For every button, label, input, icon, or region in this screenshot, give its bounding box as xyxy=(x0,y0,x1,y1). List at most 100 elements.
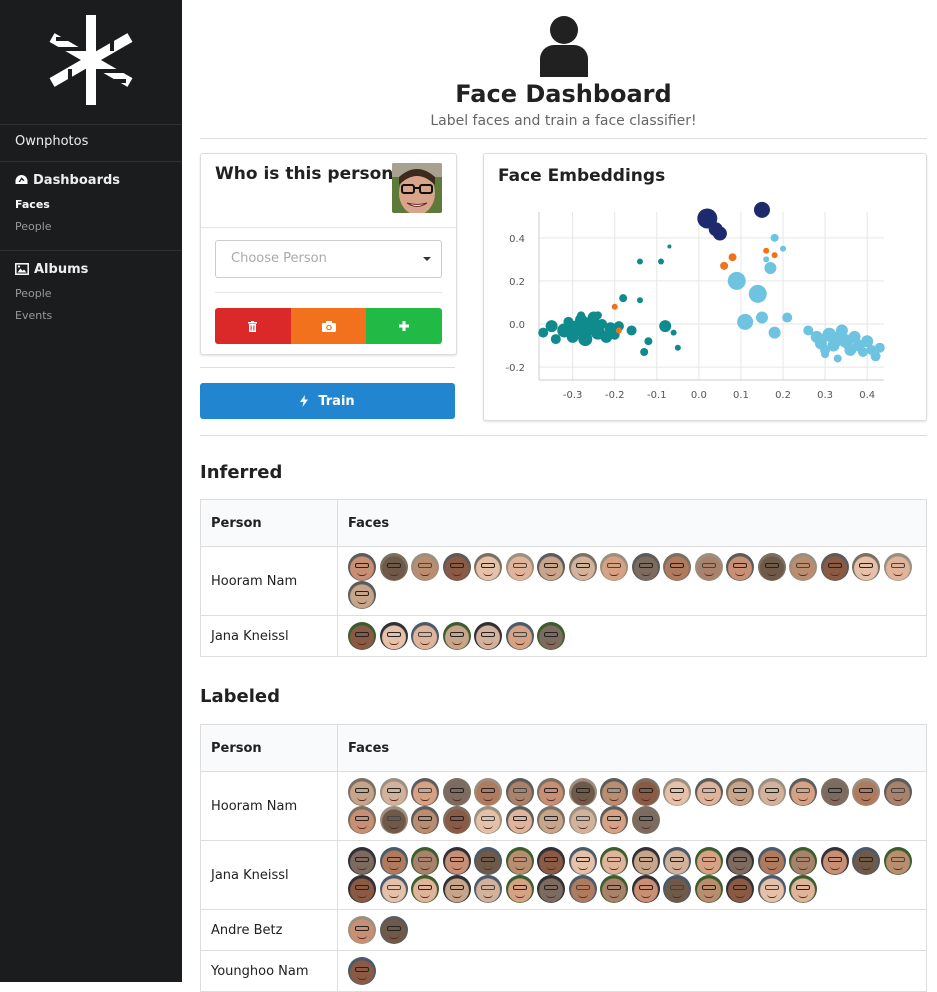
face-avatar[interactable] xyxy=(757,875,786,903)
face-avatar[interactable] xyxy=(726,875,754,903)
face-avatar[interactable] xyxy=(600,847,628,875)
face-avatar[interactable] xyxy=(757,553,786,581)
face-avatar[interactable] xyxy=(474,847,502,875)
face-avatar[interactable] xyxy=(348,957,376,985)
face-avatar[interactable] xyxy=(505,875,534,903)
face-avatar[interactable] xyxy=(348,622,376,650)
face-avatar[interactable] xyxy=(568,875,597,903)
face-avatar[interactable] xyxy=(600,875,628,903)
face-avatar[interactable] xyxy=(631,553,660,581)
face-avatar[interactable] xyxy=(348,553,376,581)
face-avatar[interactable] xyxy=(789,778,817,806)
face-avatar[interactable] xyxy=(789,553,817,581)
face-avatar[interactable] xyxy=(726,778,754,806)
face-avatar[interactable] xyxy=(631,778,660,806)
face-avatar[interactable] xyxy=(663,778,691,806)
face-avatar[interactable] xyxy=(379,847,408,875)
face-avatar[interactable] xyxy=(379,553,408,581)
face-avatar[interactable] xyxy=(663,847,691,875)
face-avatar[interactable] xyxy=(411,622,439,650)
face-avatar[interactable] xyxy=(411,875,439,903)
face-avatar[interactable] xyxy=(820,778,849,806)
face-avatar[interactable] xyxy=(852,847,880,875)
face-avatar[interactable] xyxy=(694,875,723,903)
face-avatar[interactable] xyxy=(568,847,597,875)
face-avatar[interactable] xyxy=(694,847,723,875)
face-avatar[interactable] xyxy=(379,806,408,834)
sidebar-item-albums-people[interactable]: People xyxy=(0,283,182,305)
face-avatar[interactable] xyxy=(631,875,660,903)
face-avatar[interactable] xyxy=(505,622,534,650)
face-avatar[interactable] xyxy=(663,553,691,581)
face-avatar[interactable] xyxy=(726,847,754,875)
face-avatar[interactable] xyxy=(411,847,439,875)
camera-button[interactable] xyxy=(290,308,367,344)
add-person-button[interactable] xyxy=(366,308,443,344)
face-avatar[interactable] xyxy=(411,806,439,834)
face-avatar[interactable] xyxy=(883,847,912,875)
face-avatar[interactable] xyxy=(505,553,534,581)
face-avatar[interactable] xyxy=(694,553,723,581)
face-avatar[interactable] xyxy=(852,553,880,581)
face-avatar[interactable] xyxy=(852,778,880,806)
face-avatar[interactable] xyxy=(537,847,565,875)
sidebar-item-events[interactable]: Events xyxy=(0,305,182,327)
face-avatar[interactable] xyxy=(505,847,534,875)
face-avatar[interactable] xyxy=(505,806,534,834)
face-avatar[interactable] xyxy=(820,553,849,581)
face-avatar[interactable] xyxy=(600,806,628,834)
face-avatar[interactable] xyxy=(537,806,565,834)
face-avatar[interactable] xyxy=(726,553,754,581)
face-avatar[interactable] xyxy=(600,553,628,581)
face-avatar[interactable] xyxy=(600,778,628,806)
face-avatar[interactable] xyxy=(537,875,565,903)
face-avatar[interactable] xyxy=(474,778,502,806)
face-avatar[interactable] xyxy=(789,875,817,903)
face-avatar[interactable] xyxy=(631,847,660,875)
face-avatar[interactable] xyxy=(348,875,376,903)
face-avatar[interactable] xyxy=(568,778,597,806)
choose-person-dropdown[interactable]: Choose Person xyxy=(215,240,442,278)
face-avatar[interactable] xyxy=(663,875,691,903)
face-avatar[interactable] xyxy=(442,553,471,581)
face-avatar[interactable] xyxy=(379,875,408,903)
face-avatar[interactable] xyxy=(631,806,660,834)
sidebar-item-dashboard-people[interactable]: People xyxy=(0,216,182,238)
face-avatar[interactable] xyxy=(379,778,408,806)
face-avatar[interactable] xyxy=(411,778,439,806)
face-avatar[interactable] xyxy=(348,806,376,834)
sidebar-header-albums[interactable]: Albums xyxy=(0,261,182,283)
face-avatar[interactable] xyxy=(789,847,817,875)
app-logo[interactable] xyxy=(0,0,182,125)
face-avatar[interactable] xyxy=(442,847,471,875)
face-avatar[interactable] xyxy=(348,847,376,875)
face-avatar[interactable] xyxy=(568,806,597,834)
sidebar-brand-link[interactable]: Ownphotos xyxy=(0,125,182,162)
face-avatar[interactable] xyxy=(883,553,912,581)
face-avatar[interactable] xyxy=(474,806,502,834)
train-button[interactable]: Train xyxy=(200,383,455,419)
delete-button[interactable] xyxy=(215,308,291,344)
face-avatar[interactable] xyxy=(411,553,439,581)
face-avatar[interactable] xyxy=(694,778,723,806)
face-avatar[interactable] xyxy=(757,847,786,875)
face-avatar[interactable] xyxy=(474,622,502,650)
face-avatar[interactable] xyxy=(442,875,471,903)
face-avatar[interactable] xyxy=(442,622,471,650)
face-avatar[interactable] xyxy=(379,622,408,650)
face-avatar[interactable] xyxy=(537,553,565,581)
face-avatar[interactable] xyxy=(442,778,471,806)
face-avatar[interactable] xyxy=(757,778,786,806)
face-avatar[interactable] xyxy=(820,847,849,875)
face-avatar[interactable] xyxy=(442,806,471,834)
face-avatar[interactable] xyxy=(474,875,502,903)
face-avatar[interactable] xyxy=(883,778,912,806)
face-avatar[interactable] xyxy=(348,581,376,609)
face-avatar[interactable] xyxy=(537,778,565,806)
sidebar-header-dashboards[interactable]: Dashboards xyxy=(0,172,182,194)
face-avatar[interactable] xyxy=(474,553,502,581)
face-avatar[interactable] xyxy=(568,553,597,581)
face-avatar[interactable] xyxy=(537,622,565,650)
face-avatar[interactable] xyxy=(379,916,408,944)
sidebar-item-faces[interactable]: Faces xyxy=(0,194,182,216)
